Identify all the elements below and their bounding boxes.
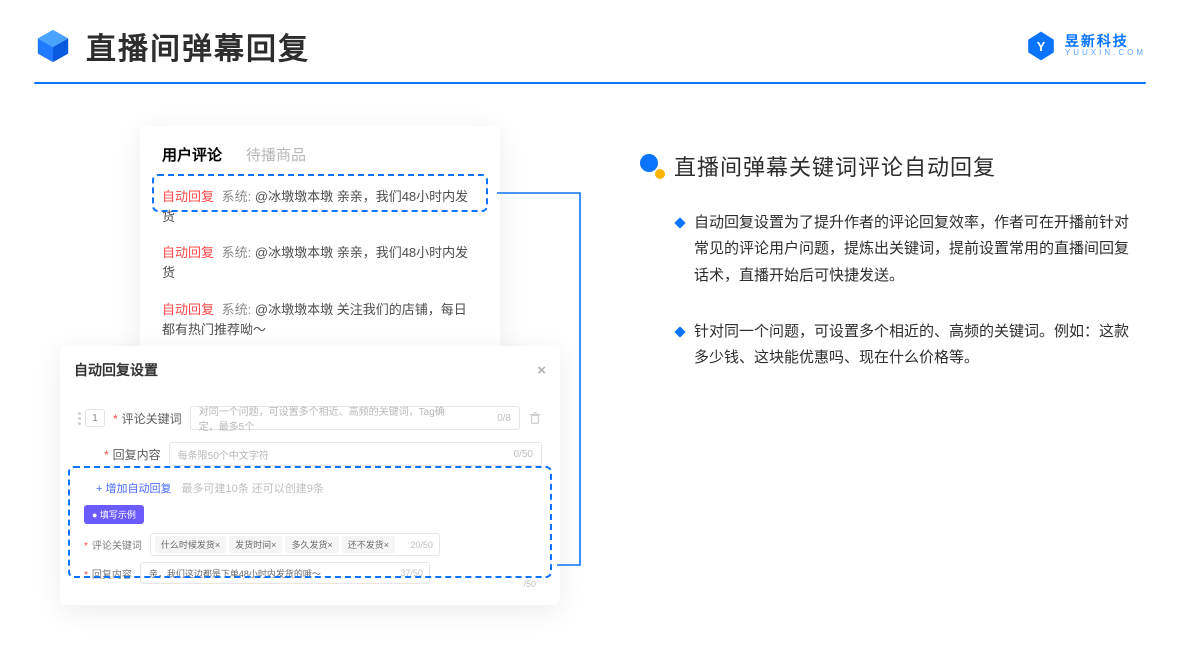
add-hint: 最多可建10条 还可以创建9条 <box>181 480 323 496</box>
auto-reply-tag: 自动回复 <box>162 189 214 204</box>
bullet-text: 针对同一个问题，可设置多个相近的、高频的关键词。例如：这款多少钱、这块能优惠吗、… <box>694 319 1140 372</box>
comment-row: 自动回复 系统: @冰墩墩本墩 关注我们的店铺，每日都有热门推荐呦～ <box>140 292 500 348</box>
row-index: 1 <box>85 409 105 427</box>
keyword-pill[interactable]: 多久发货× <box>285 536 338 553</box>
content-label: *回复内容 <box>104 446 161 463</box>
slide-header: 直播间弹幕回复 Y 昱新科技 YUUXIN.COM <box>0 0 1180 68</box>
content-row: *回复内容 每条限50个中文字符 0/50 <box>100 436 546 472</box>
keyword-row: 1 *评论关键词 对同一个问题，可设置多个相近、高频的关键词，Tag确定，最多5… <box>74 400 546 436</box>
comment-row: 自动回复 系统: @冰墩墩本墩 亲亲，我们48小时内发货 <box>140 235 500 291</box>
cube-icon <box>34 27 72 65</box>
system-label: 系统: <box>222 302 252 317</box>
title-wrap: 直播间弹幕回复 <box>34 24 310 68</box>
add-auto-reply-link[interactable]: + 增加自动回复 最多可建10条 还可以创建9条 <box>96 480 324 496</box>
keyword-input[interactable]: 对同一个问题，可设置多个相近、高频的关键词，Tag确定，最多5个 0/8 <box>190 406 520 430</box>
keyword-pill[interactable]: 发货时间× <box>229 536 282 553</box>
keyword-label: *评论关键词 <box>113 410 182 427</box>
bullet-item: 自动回复设置为了提升作者的评论回复效率，作者可在开播前针对常见的评论用户问题，提… <box>676 210 1140 289</box>
close-icon[interactable]: × <box>537 362 546 379</box>
trash-icon[interactable] <box>528 411 542 425</box>
system-label: 系统: <box>222 189 252 204</box>
example-content-input[interactable]: 亲，我们这边都是下单48小时内发货的哦～ 37/50 <box>140 562 430 584</box>
keyword-pill[interactable]: 什么时候发货× <box>155 536 226 553</box>
ex-keyword-counter: 20/50 <box>410 540 433 550</box>
extra-counter: /50 <box>523 579 536 589</box>
example-keyword-row: *评论关键词 什么时候发货× 发货时间× 多久发货× 还不发货× 20/50 <box>84 530 546 559</box>
row-handle[interactable]: 1 <box>78 409 105 427</box>
section-title: 直播间弹幕关键词评论自动回复 <box>674 150 996 182</box>
brand-logo-icon: Y <box>1025 30 1057 62</box>
brand: Y 昱新科技 YUUXIN.COM <box>1025 30 1146 62</box>
example-section: ● 填写示例 *评论关键词 什么时候发货× 发货时间× 多久发货× 还不发货× … <box>84 505 546 587</box>
ex-content-counter: 37/50 <box>400 568 423 578</box>
example-keyword-pills[interactable]: 什么时候发货× 发货时间× 多久发货× 还不发货× 20/50 <box>150 533 440 556</box>
bullet-item: 针对同一个问题，可设置多个相近的、高频的关键词。例如：这款多少钱、这块能优惠吗、… <box>676 319 1140 372</box>
comment-row: 自动回复 系统: @冰墩墩本墩 亲亲，我们48小时内发货 <box>140 179 500 235</box>
svg-text:Y: Y <box>1037 39 1046 54</box>
keyword-pill[interactable]: 还不发货× <box>342 536 395 553</box>
example-content-row: *回复内容 亲，我们这边都是下单48小时内发货的哦～ 37/50 <box>84 559 546 587</box>
diamond-icon <box>674 326 685 337</box>
auto-reply-tag: 自动回复 <box>162 245 214 260</box>
page-title: 直播间弹幕回复 <box>86 24 310 68</box>
content-input[interactable]: 每条限50个中文字符 0/50 <box>169 442 542 466</box>
keyword-counter: 0/8 <box>497 413 511 424</box>
brand-name: 昱新科技 <box>1065 34 1146 49</box>
drag-handle-icon[interactable] <box>78 412 81 425</box>
left-column: 用户评论 待播商品 自动回复 系统: @冰墩墩本墩 亲亲，我们48小时内发货 自… <box>60 126 600 401</box>
comment-preview-card: 用户评论 待播商品 自动回复 系统: @冰墩墩本墩 亲亲，我们48小时内发货 自… <box>140 126 500 370</box>
settings-title: 自动回复设置 <box>74 360 158 380</box>
system-label: 系统: <box>222 245 252 260</box>
auto-reply-tag: 自动回复 <box>162 302 214 317</box>
right-column: 直播间弹幕关键词评论自动回复 自动回复设置为了提升作者的评论回复效率，作者可在开… <box>640 126 1140 401</box>
bullet-text: 自动回复设置为了提升作者的评论回复效率，作者可在开播前针对常见的评论用户问题，提… <box>694 210 1140 289</box>
auto-reply-settings-card: 自动回复设置 × 1 *评论关键词 对同一个问题，可设置多个相近、高频的关键词，… <box>60 346 560 605</box>
brand-sub: YUUXIN.COM <box>1065 49 1146 57</box>
tab-user-comments[interactable]: 用户评论 <box>162 144 222 165</box>
dots-icon <box>640 154 664 178</box>
content-counter: 0/50 <box>514 449 533 460</box>
example-badge: ● 填写示例 <box>84 505 144 524</box>
tab-pending-products[interactable]: 待播商品 <box>246 144 306 165</box>
diamond-icon <box>674 217 685 228</box>
